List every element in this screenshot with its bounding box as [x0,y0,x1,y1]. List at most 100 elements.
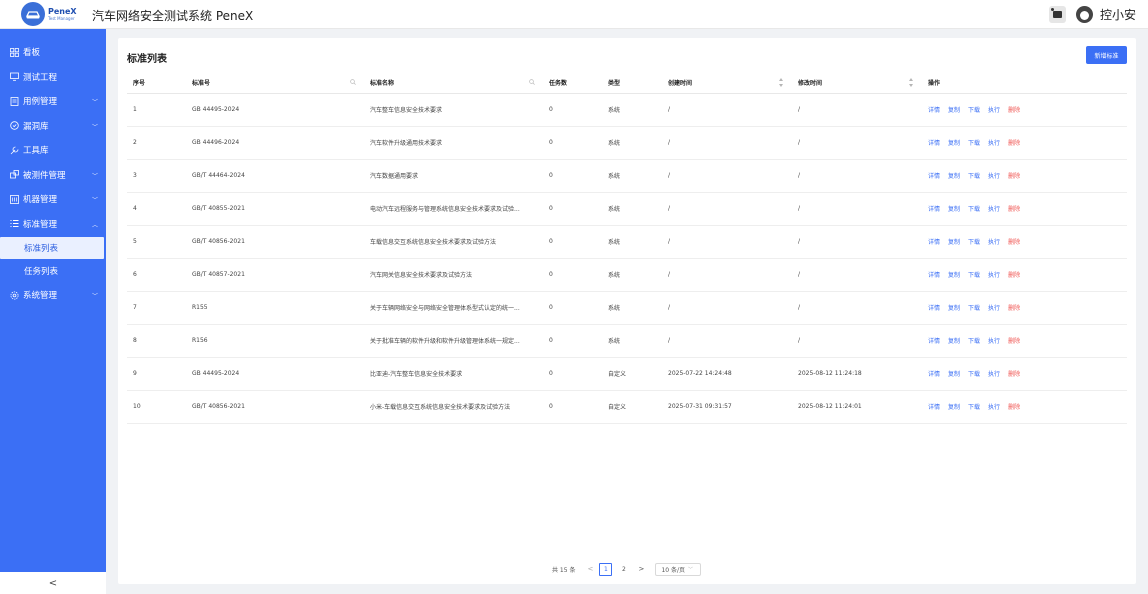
execute-link[interactable]: 执行 [988,173,1000,180]
message-icon[interactable] [1048,5,1066,23]
copy-link[interactable]: 复制 [948,338,960,345]
cell-name: 汽车软件升级通用技术要求 [364,126,543,160]
execute-link[interactable]: 执行 [988,371,1000,378]
sidebar-item-dashboard[interactable]: 看板 [0,40,106,65]
copy-link[interactable]: 复制 [948,140,960,147]
sidebar-subitem-standard-list[interactable]: 标准列表 [0,237,104,259]
cell-code: GB/T 40856-2021 [186,225,364,259]
cell-code: GB/T 40857-2021 [186,258,364,292]
download-link[interactable]: 下载 [968,140,980,147]
download-link[interactable]: 下载 [968,404,980,411]
copy-link[interactable]: 复制 [948,107,960,114]
page-button-1[interactable]: 1 [599,562,613,576]
detail-link[interactable]: 详情 [928,140,940,147]
table-row: 3 GB/T 44464-2024 汽车数据通用要求 0 系统 / / 详情 复制 下载 执行 删除 [127,159,1127,193]
cell-name: 汽车网关信息安全技术要求及试验方法 [364,258,543,292]
download-link[interactable]: 下载 [968,107,980,114]
download-link[interactable]: 下载 [968,206,980,213]
sort-icon[interactable] [909,78,914,87]
download-link[interactable]: 下载 [968,272,980,279]
copy-link[interactable]: 复制 [948,239,960,246]
detail-link[interactable]: 详情 [928,173,940,180]
copy-link[interactable]: 复制 [948,404,960,411]
copy-link[interactable]: 复制 [948,206,960,213]
sidebar-item-system-management[interactable]: 系统管理 ﹀ [0,283,106,308]
cell-code: GB 44496-2024 [186,126,364,160]
delete-link[interactable]: 删除 [1008,140,1020,147]
prev-page-icon[interactable]: < [584,565,596,573]
delete-link[interactable]: 删除 [1008,338,1020,345]
sidebar-item-label: 漏洞库 [23,121,49,132]
copy-link[interactable]: 复制 [948,173,960,180]
execute-link[interactable]: 执行 [988,305,1000,312]
detail-link[interactable]: 详情 [928,272,940,279]
detail-link[interactable]: 详情 [928,371,940,378]
execute-link[interactable]: 执行 [988,239,1000,246]
sidebar-collapse-button[interactable]: < [0,572,106,594]
download-link[interactable]: 下载 [968,239,980,246]
page-size-select[interactable]: 10 条/页 ﹀ [655,562,702,576]
column-header-code: 标准号 [186,72,364,94]
detail-link[interactable]: 详情 [928,338,940,345]
copy-link[interactable]: 复制 [948,371,960,378]
execute-link[interactable]: 执行 [988,140,1000,147]
add-standard-button[interactable]: 新增标准 [1086,46,1127,64]
copy-link[interactable]: 复制 [948,272,960,279]
cell-type: 系统 [602,291,662,325]
cell-tasks: 0 [543,192,602,226]
delete-link[interactable]: 删除 [1008,404,1020,411]
cell-index: 4 [127,192,186,226]
sidebar-item-label: 系统管理 [23,291,58,302]
cell-tasks: 0 [543,390,602,424]
delete-link[interactable]: 删除 [1008,239,1020,246]
delete-link[interactable]: 删除 [1008,305,1020,312]
avatar[interactable] [1075,5,1093,23]
cell-modified: 2025-08-12 11:24:18 [792,357,922,391]
sidebar-item-standard-management[interactable]: 标准管理 ︿ [0,212,106,237]
execute-link[interactable]: 执行 [988,107,1000,114]
standard-list-card: 标准列表 新增标准 序号 标准号 标准名称 任务数 类型 创建时间 修改时间 操… [118,38,1136,584]
page-button-2[interactable]: 2 [617,563,630,576]
search-icon[interactable] [350,79,356,85]
download-link[interactable]: 下载 [968,338,980,345]
search-icon[interactable] [529,79,535,85]
sidebar-item-test-project[interactable]: 测试工程 [0,65,106,90]
delete-link[interactable]: 删除 [1008,272,1020,279]
detail-link[interactable]: 详情 [928,305,940,312]
sidebar-item-vulnerability-library[interactable]: 漏洞库 ﹀ [0,114,106,139]
detail-link[interactable]: 详情 [928,107,940,114]
cell-created: / [662,159,792,193]
download-link[interactable]: 下载 [968,305,980,312]
sidebar-item-machine-management[interactable]: 机器管理 ﹀ [0,187,106,212]
execute-link[interactable]: 执行 [988,338,1000,345]
sidebar-item-tool-library[interactable]: 工具库 [0,138,106,163]
delete-link[interactable]: 删除 [1008,371,1020,378]
cell-type: 系统 [602,225,662,259]
copy-link[interactable]: 复制 [948,305,960,312]
user-name[interactable]: 控小安 [1100,6,1136,23]
detail-link[interactable]: 详情 [928,206,940,213]
cell-modified: / [792,324,922,358]
download-link[interactable]: 下载 [968,173,980,180]
download-link[interactable]: 下载 [968,371,980,378]
next-page-icon[interactable]: > [635,565,647,573]
chevron-up-icon: ︿ [91,221,98,229]
sidebar-subitem-task-list[interactable]: 任务列表 [0,260,104,282]
execute-link[interactable]: 执行 [988,206,1000,213]
execute-link[interactable]: 执行 [988,272,1000,279]
detail-link[interactable]: 详情 [928,239,940,246]
cell-actions: 详情 复制 下载 执行 删除 [922,357,1127,391]
cell-created: / [662,291,792,325]
app-logo[interactable]: PeneX Test Manager [21,2,85,26]
sort-icon[interactable] [779,78,784,87]
cell-created: 2025-07-22 14:24:48 [662,357,792,391]
detail-link[interactable]: 详情 [928,404,940,411]
sidebar-item-case-management[interactable]: 用例管理 ﹀ [0,89,106,114]
execute-link[interactable]: 执行 [988,404,1000,411]
delete-link[interactable]: 删除 [1008,107,1020,114]
delete-link[interactable]: 删除 [1008,206,1020,213]
sidebar-item-dut-management[interactable]: 被测件管理 ﹀ [0,163,106,188]
pagination-total: 共 15 条 [552,566,576,574]
delete-link[interactable]: 删除 [1008,173,1020,180]
chevron-down-icon: ﹀ [91,197,98,204]
